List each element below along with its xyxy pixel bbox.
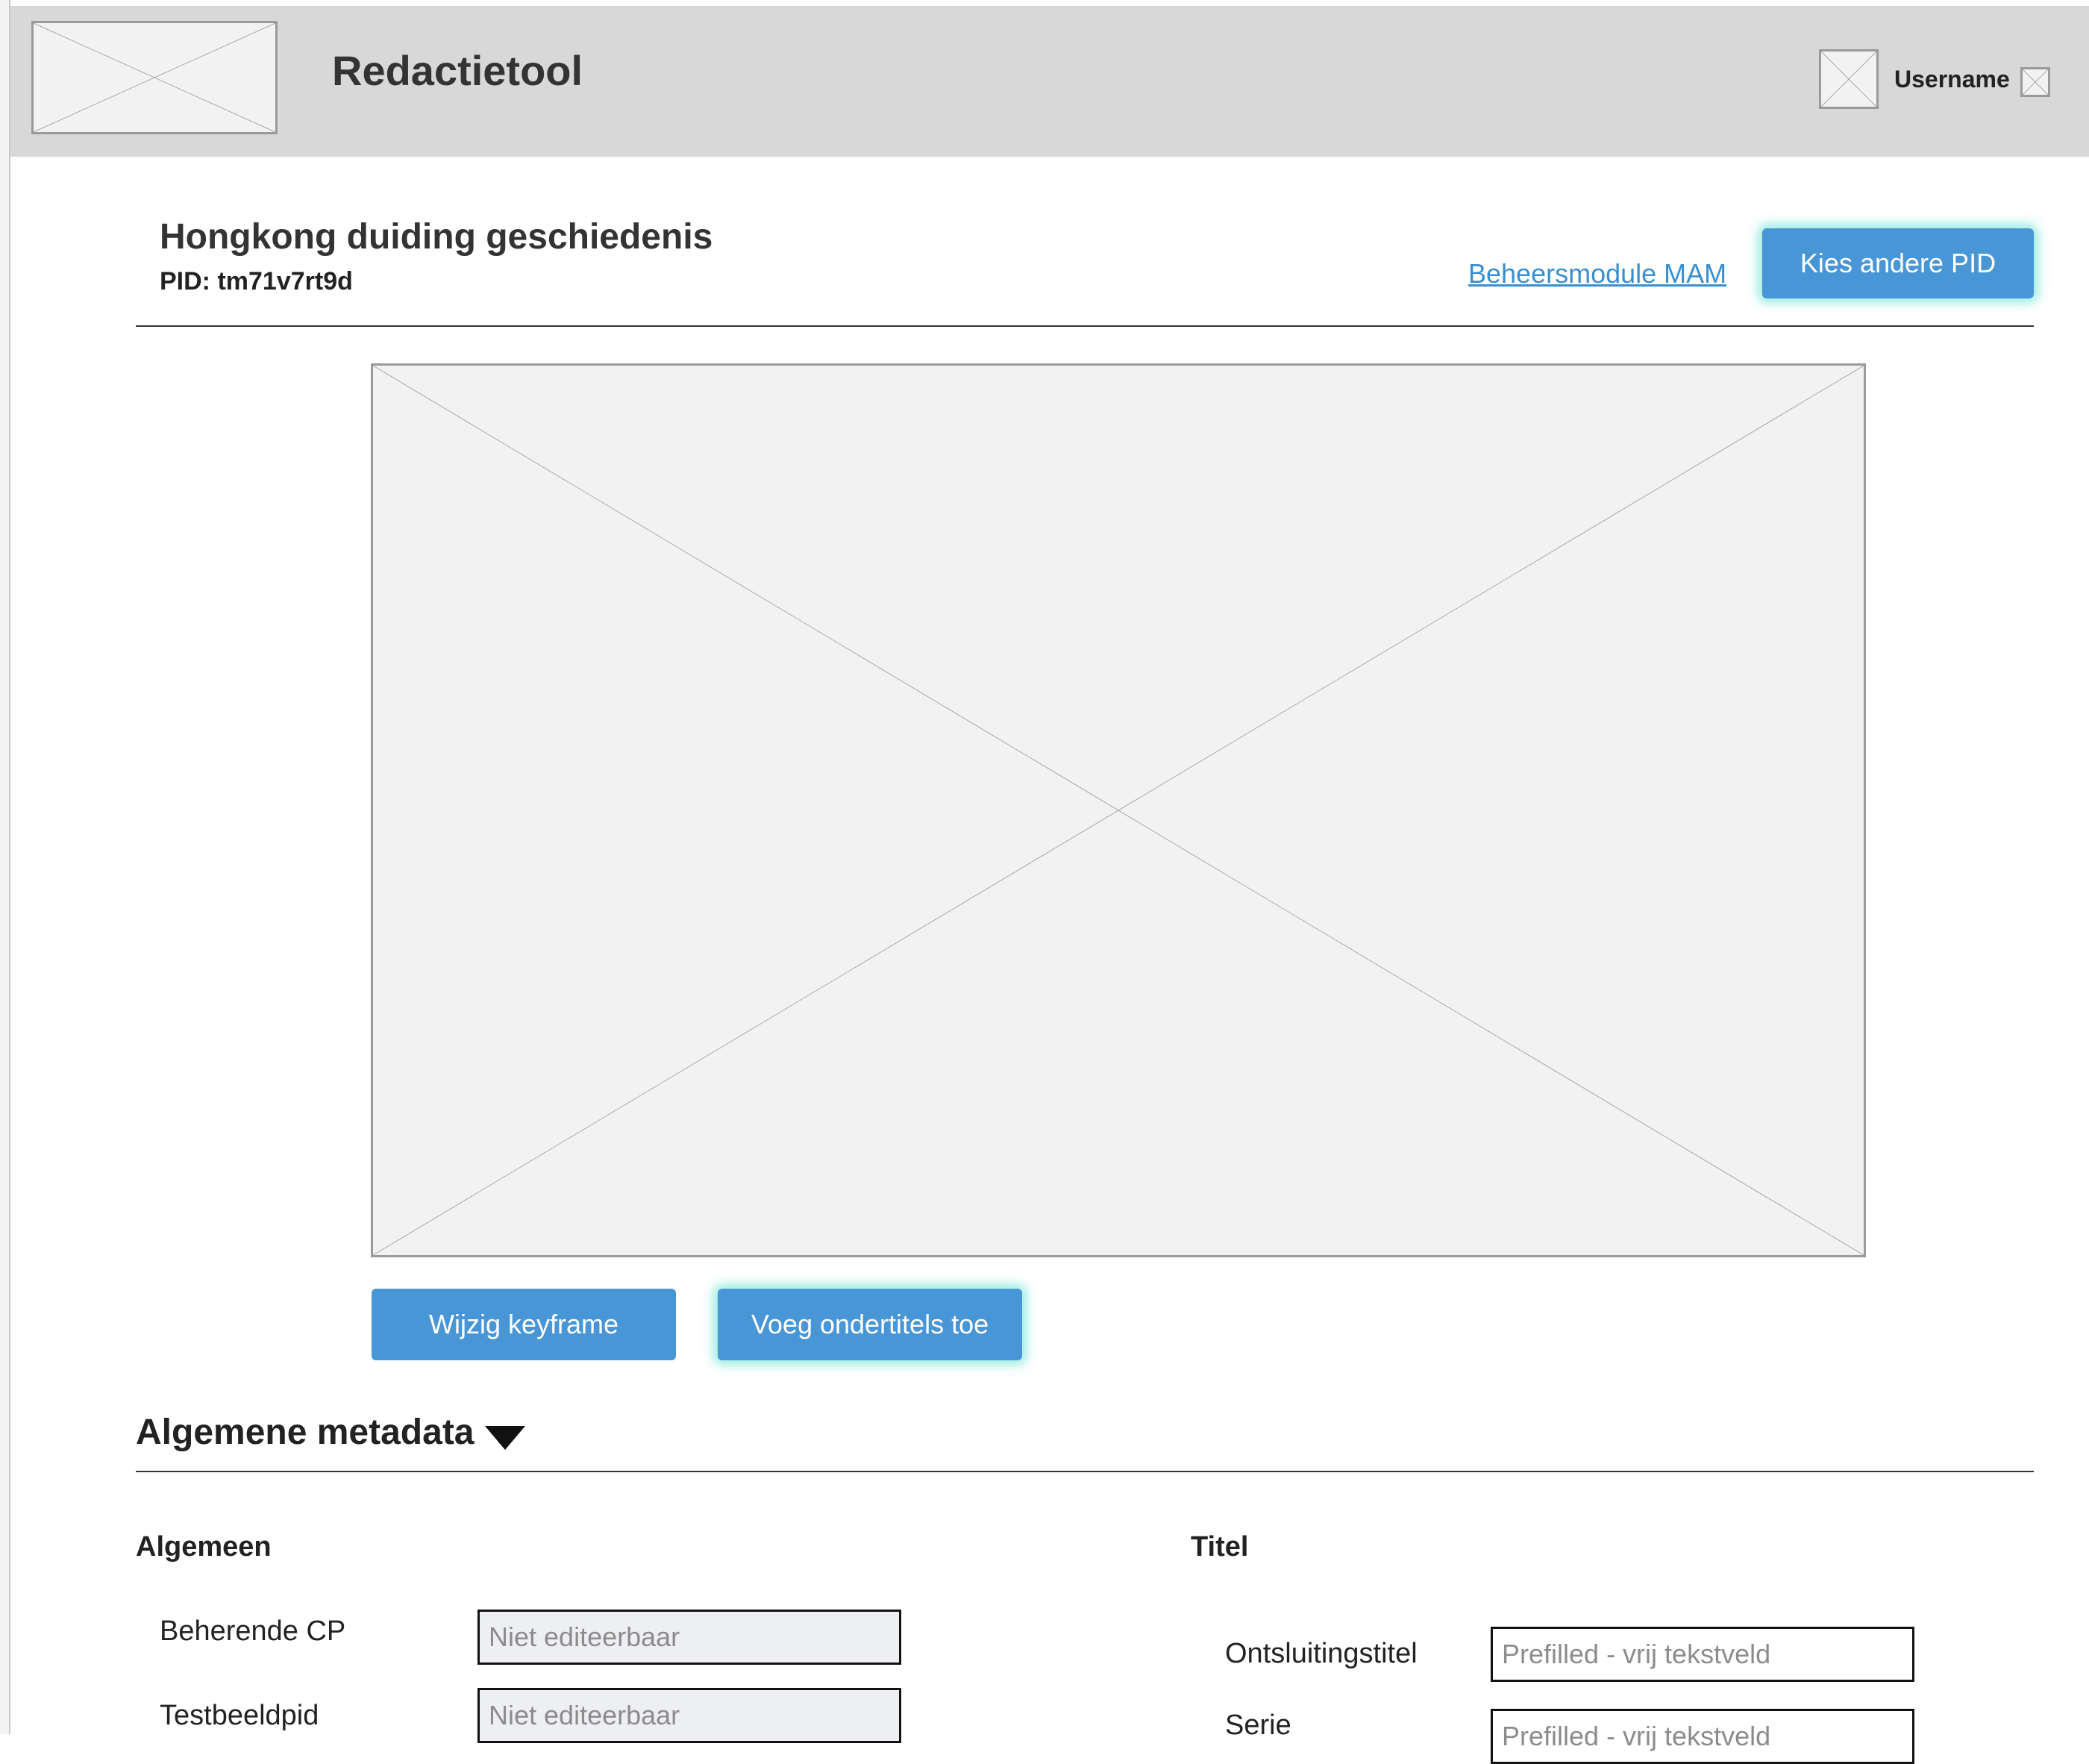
pid-label: PID: tm71v7rt9d [160,267,353,295]
edit-keyframe-button[interactable]: Wijzig keyframe [372,1289,676,1360]
avatar-placeholder-icon[interactable] [1819,49,1879,109]
ontsluitingstitel-field[interactable] [1491,1627,1914,1682]
app-title: Redactietool [332,47,583,94]
logo-placeholder-icon [31,21,278,134]
change-pid-button[interactable]: Kies andere PID [1762,228,2034,298]
serie-field[interactable] [1491,1709,1914,1764]
username-label[interactable]: Username [1894,66,2010,93]
testbeeldpid-field[interactable] [477,1688,901,1743]
left-window-edge [0,0,10,1734]
user-menu-icon[interactable] [2020,67,2050,97]
beherende-cp-field[interactable] [477,1610,901,1665]
page-title: Hongkong duiding geschiedenis [160,217,713,257]
keyframe-placeholder-icon [371,363,1866,1257]
metadata-section-title[interactable]: Algemene metadata [136,1412,475,1453]
add-subtitles-button[interactable]: Voeg ondertitels toe [718,1289,1022,1360]
field-label-beherende-cp: Beherende CP [160,1616,346,1647]
metadata-divider [136,1471,2034,1472]
field-label-ontsluitingstitel: Ontsluitingstitel [1225,1638,1418,1669]
header-divider [136,325,2034,327]
app-header [10,6,2089,157]
general-group-title: Algemeen [136,1531,272,1563]
beheersmodule-mam-link[interactable]: Beheersmodule MAM [1468,258,1726,290]
field-label-testbeeldpid: Testbeeldpid [160,1700,319,1731]
title-group-title: Titel [1191,1531,1249,1563]
field-label-serie: Serie [1225,1710,1291,1741]
triangle-down-icon[interactable] [485,1426,525,1450]
